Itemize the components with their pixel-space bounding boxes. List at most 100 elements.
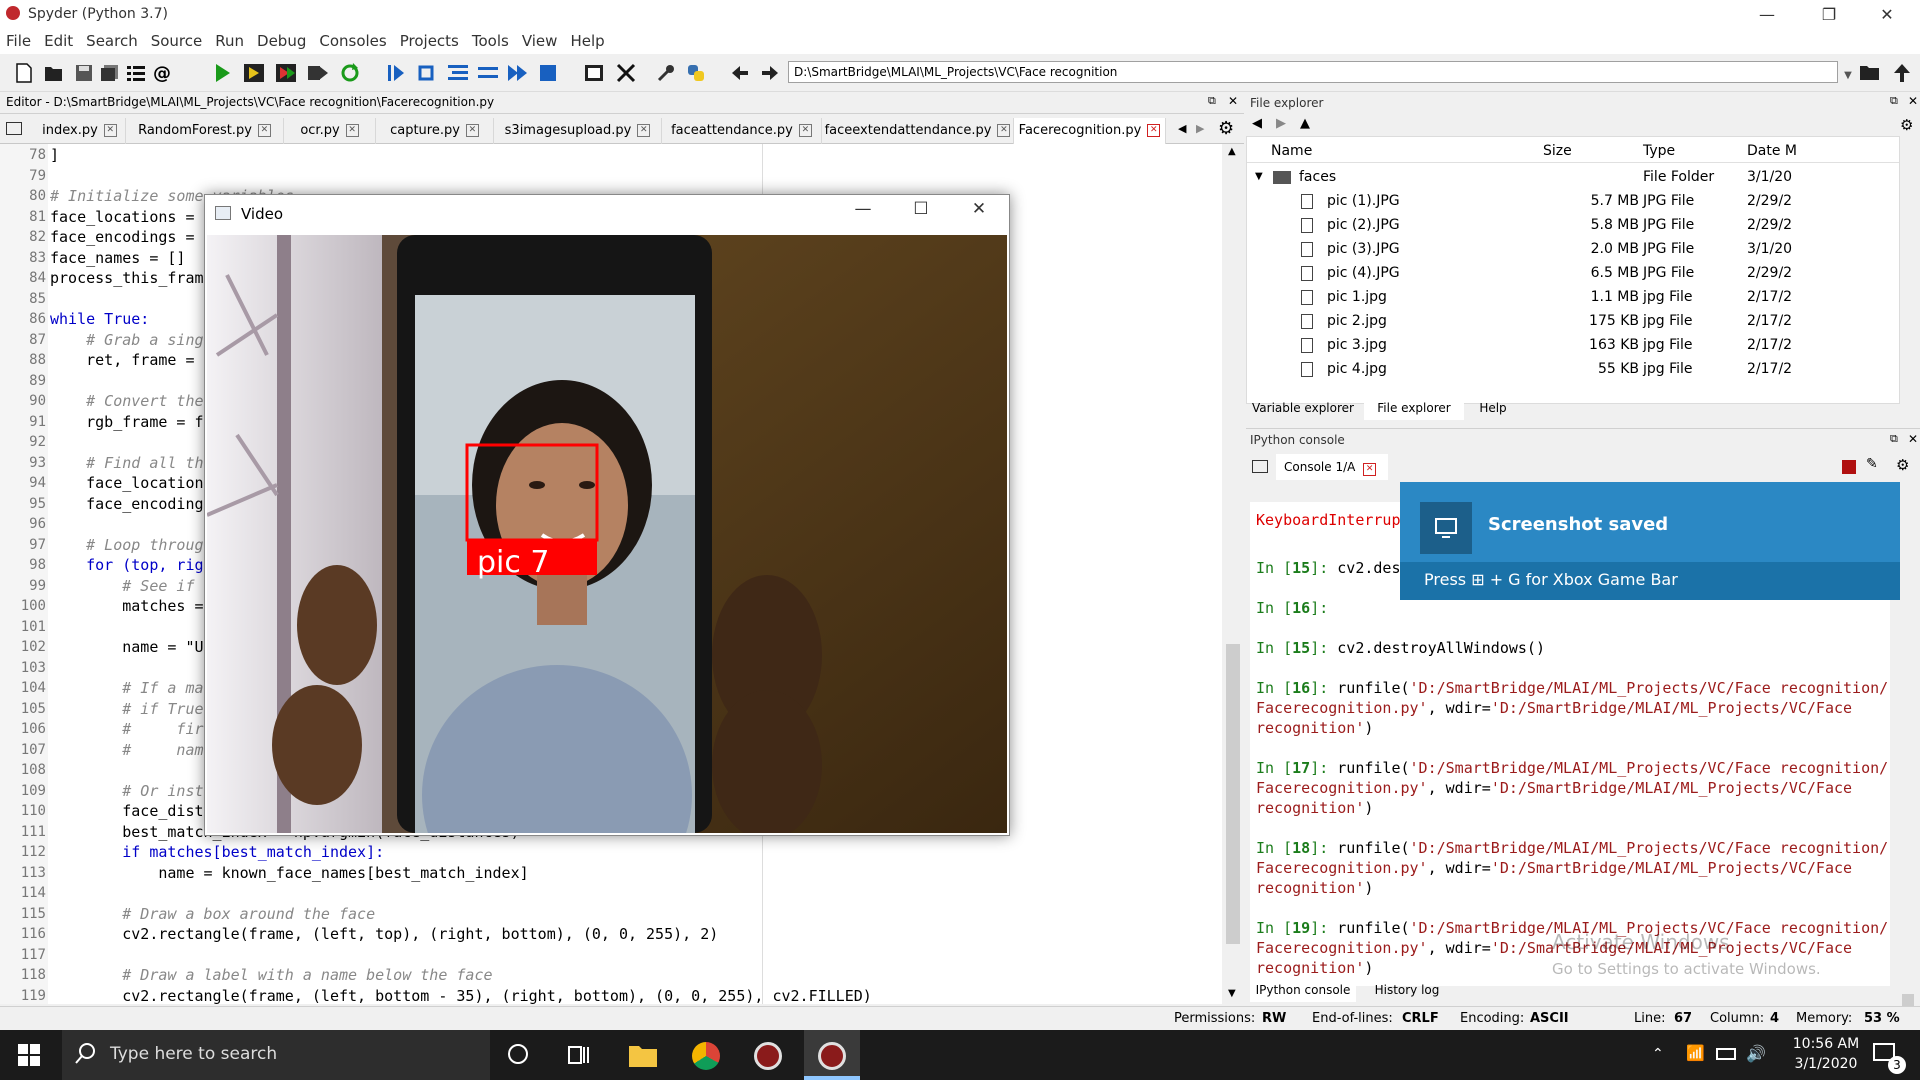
save-all-icon[interactable] (98, 61, 122, 85)
step-return-icon[interactable] (476, 61, 500, 85)
editor-options-gear-icon[interactable]: ⚙ (1218, 118, 1234, 139)
editor-scroll-thumb[interactable] (1226, 644, 1240, 944)
fe-forward-icon[interactable]: ▶ (1276, 116, 1286, 131)
save-icon[interactable] (72, 61, 96, 85)
tab-variable-explorer[interactable]: Variable explorer (1248, 396, 1358, 420)
fe-back-icon[interactable]: ◀ (1252, 116, 1262, 131)
outline-icon[interactable] (124, 61, 148, 85)
fe-scrollbar[interactable] (1900, 136, 1916, 404)
file-row[interactable]: pic 3.jpg 163 KB jpg File 2/17/2 (1247, 333, 1899, 357)
tab-ocr-py[interactable]: ocr.py ✕ (284, 118, 376, 144)
forward-arrow-icon[interactable] (758, 61, 782, 85)
run-cell-icon[interactable] (242, 61, 266, 85)
python-path-icon[interactable] (684, 61, 708, 85)
tab-scroll-right-icon[interactable]: ▶ (1196, 122, 1204, 135)
undock-icon[interactable]: ⧉ (1890, 432, 1898, 446)
column-date[interactable]: Date M (1747, 143, 1797, 159)
fullscreen-icon[interactable] (614, 61, 638, 85)
tab-capture-py[interactable]: capture.py ✕ (376, 118, 494, 144)
browse-tabs-icon[interactable] (6, 122, 22, 135)
stop-console-icon[interactable] (1842, 460, 1856, 474)
collapse-chevron-icon[interactable]: ▼ (1255, 165, 1263, 189)
video-maximize-button[interactable]: ☐ (899, 199, 943, 223)
tab-file-explorer[interactable]: File explorer (1364, 394, 1464, 420)
column-size[interactable]: Size (1543, 143, 1572, 159)
close-pane-icon[interactable]: ✕ (1908, 432, 1918, 446)
close-pane-icon[interactable]: ✕ (1908, 94, 1918, 108)
menu-debug[interactable]: Debug (257, 32, 306, 50)
rerun-icon[interactable] (338, 61, 362, 85)
file-row[interactable]: pic 4.jpg 55 KB jpg File 2/17/2 (1247, 357, 1899, 381)
new-file-icon[interactable] (12, 61, 36, 85)
tab-scroll-left-icon[interactable]: ◀ (1178, 122, 1186, 135)
video-window[interactable]: Video — ☐ ✕ pic 7 (204, 194, 1010, 836)
open-file-icon[interactable] (42, 61, 66, 85)
column-name[interactable]: Name (1271, 143, 1312, 159)
close-tab-icon[interactable]: ✕ (103, 124, 117, 137)
volume-icon[interactable]: 🔊 (1746, 1044, 1766, 1063)
tab-faceattendance-py[interactable]: faceattendance.py ✕ (662, 118, 822, 144)
browse-folder-icon[interactable] (1858, 61, 1882, 85)
maximize-pane-icon[interactable] (582, 61, 606, 85)
close-tab-icon[interactable]: ✕ (465, 124, 479, 137)
clock-time[interactable]: 10:56 AM (1782, 1036, 1870, 1052)
menu-help[interactable]: Help (570, 32, 604, 50)
spyder-app-icon[interactable] (754, 1042, 782, 1070)
fe-up-icon[interactable]: ▲ (1300, 116, 1310, 131)
folder-row[interactable]: ▼ faces File Folder 3/1/20 (1247, 165, 1899, 189)
menu-view[interactable]: View (522, 32, 558, 50)
tab-facerecognition-py[interactable]: Facerecognition.py ✕ (1014, 118, 1166, 144)
step-into-icon[interactable] (446, 61, 470, 85)
minimize-button[interactable]: — (1744, 0, 1790, 28)
video-minimize-button[interactable]: — (841, 199, 885, 223)
tab-ipython-console[interactable]: IPython console (1250, 978, 1356, 1002)
video-close-button[interactable]: ✕ (957, 199, 1001, 223)
menu-consoles[interactable]: Consoles (319, 32, 386, 50)
close-tab-icon[interactable]: ✕ (257, 124, 271, 137)
step-icon[interactable] (416, 61, 440, 85)
working-directory-input[interactable]: D:\SmartBridge\MLAI\ML_Projects\VC\Face … (788, 61, 1838, 83)
file-row[interactable]: pic (1).JPG 5.7 MB JPG File 2/29/2 (1247, 189, 1899, 213)
fe-options-gear-icon[interactable]: ⚙ (1900, 116, 1913, 134)
network-icon[interactable]: 📶 (1686, 1044, 1705, 1062)
close-tab-icon[interactable]: ✕ (345, 124, 359, 137)
column-type[interactable]: Type (1643, 143, 1675, 159)
file-row[interactable]: pic (4).JPG 6.5 MB JPG File 2/29/2 (1247, 261, 1899, 285)
tab-index-py[interactable]: index.py ✕ (34, 118, 126, 144)
scroll-up-icon[interactable]: ▲ (1228, 146, 1236, 157)
back-arrow-icon[interactable] (728, 61, 752, 85)
clock-date[interactable]: 3/1/2020 (1782, 1056, 1870, 1072)
clear-console-icon[interactable]: ✎ (1866, 456, 1878, 472)
close-tab-icon[interactable]: ✕ (798, 124, 812, 137)
menu-file[interactable]: File (6, 32, 31, 50)
tab-s3imagesupload-py[interactable]: s3imagesupload.py ✕ (494, 118, 662, 144)
undock-icon[interactable]: ⧉ (1890, 94, 1898, 108)
wrench-icon[interactable] (654, 61, 678, 85)
close-tab-icon[interactable]: ✕ (1147, 124, 1161, 137)
file-row[interactable]: pic 2.jpg 175 KB jpg File 2/17/2 (1247, 309, 1899, 333)
close-tab-icon[interactable]: ✕ (1363, 463, 1377, 476)
close-tab-icon[interactable]: ✕ (637, 124, 651, 137)
path-dropdown-chevron-icon[interactable]: ▼ (1836, 63, 1860, 87)
run-selection-icon[interactable] (306, 61, 330, 85)
tab-console-1a[interactable]: Console 1/A ✕ (1276, 454, 1388, 480)
tab-help[interactable]: Help (1468, 396, 1518, 420)
menu-edit[interactable]: Edit (44, 32, 73, 50)
cortana-icon[interactable] (508, 1044, 528, 1064)
spyder-active-app[interactable] (804, 1030, 860, 1080)
browse-consoles-icon[interactable] (1252, 460, 1268, 473)
chrome-app-icon[interactable] (692, 1042, 720, 1070)
console-options-gear-icon[interactable]: ⚙ (1896, 456, 1909, 474)
menu-source[interactable]: Source (151, 32, 203, 50)
menu-tools[interactable]: Tools (472, 32, 509, 50)
debug-icon[interactable] (384, 61, 408, 85)
windows-start-icon[interactable] (18, 1044, 40, 1070)
file-row[interactable]: pic (3).JPG 2.0 MB JPG File 3/1/20 (1247, 237, 1899, 261)
file-row[interactable]: pic (2).JPG 5.8 MB JPG File 2/29/2 (1247, 213, 1899, 237)
tab-randomforest-py[interactable]: RandomForest.py ✕ (126, 118, 284, 144)
menu-run[interactable]: Run (215, 32, 244, 50)
file-row[interactable]: pic 1.jpg 1.1 MB jpg File 2/17/2 (1247, 285, 1899, 309)
taskbar-search-box[interactable]: Type here to search (62, 1030, 490, 1080)
file-explorer-app-icon[interactable] (628, 1042, 658, 1072)
show-hidden-icons-chevron-icon[interactable]: ⌃ (1652, 1046, 1664, 1062)
